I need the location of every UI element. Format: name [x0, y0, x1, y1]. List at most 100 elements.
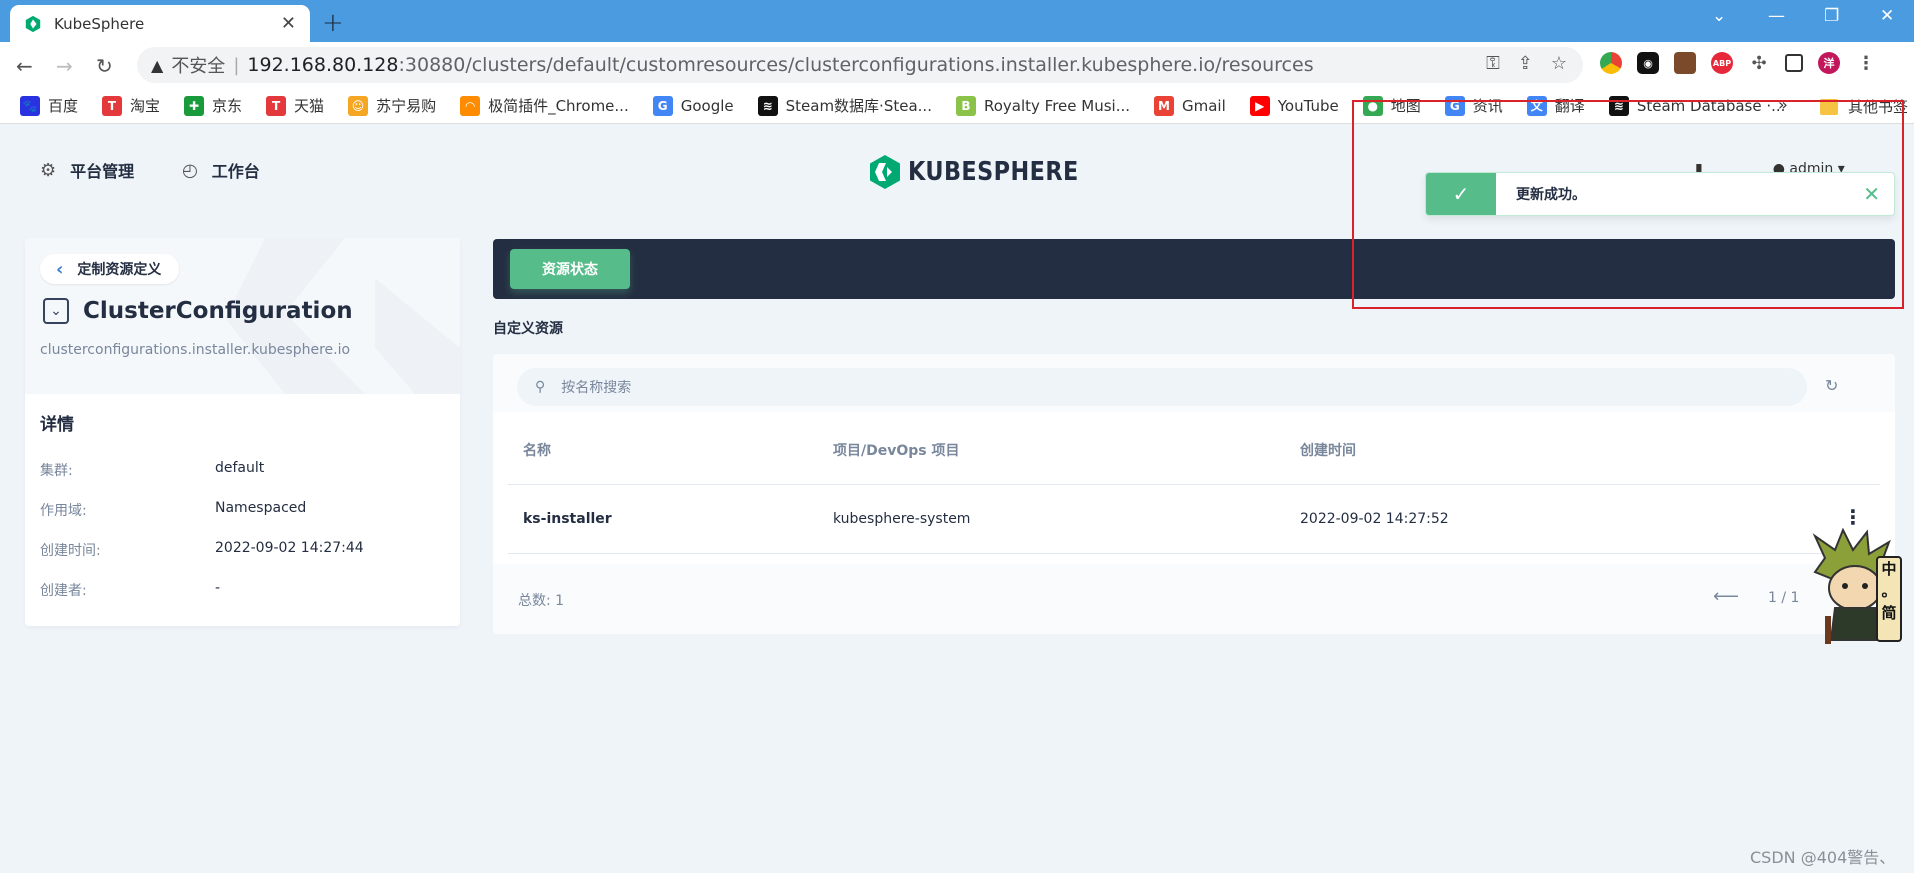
more-actions-icon[interactable]: ⋮	[1843, 505, 1863, 529]
bookmark-favicon-icon: ▶	[1249, 95, 1270, 116]
share-icon[interactable]: ⇪	[1518, 53, 1533, 74]
browser-tab[interactable]: KubeSphere ✕	[10, 5, 310, 42]
csdn-watermark: CSDN @404警告、	[1750, 848, 1896, 867]
chrome-ext-icon[interactable]	[1600, 52, 1622, 74]
workbench-nav[interactable]: ◴ 工作台	[182, 158, 260, 182]
bookmark-favicon-icon: 🐾	[20, 95, 40, 116]
table-toolbar: ⚲ 按名称搜索 ↻	[493, 354, 1895, 412]
bookmark-favicon-icon: ≋	[757, 95, 778, 116]
column-name: 名称	[523, 443, 551, 459]
insecure-label[interactable]: 不安全	[171, 52, 225, 78]
bookmark-label: 天猫	[294, 97, 325, 115]
detail-value: 2022-09-02 14:27:44	[215, 540, 364, 556]
forward-arrow-icon[interactable]: →	[56, 54, 73, 78]
reload-icon[interactable]: ↻	[96, 54, 113, 78]
bookmark-favicon-icon: M	[1154, 95, 1174, 116]
back-to-crd-button[interactable]: ‹ 定制资源定义	[40, 254, 180, 284]
bookmark-favicon-icon: ◠	[460, 95, 481, 116]
profile-avatar[interactable]: 洋	[1818, 52, 1840, 74]
detail-key: 集群:	[40, 463, 73, 479]
bookmark-star-icon[interactable]: ☆	[1551, 53, 1567, 74]
workbench-label: 工作台	[211, 162, 260, 181]
platform-nav[interactable]: ⚙ 平台管理	[40, 158, 134, 182]
column-project: 项目/DevOps 项目	[833, 443, 960, 459]
table-header: 名称 项目/DevOps 项目 创建时间	[508, 440, 1880, 480]
browser-titlebar: KubeSphere ✕ + ⌄ — ❐ ✕	[0, 0, 1914, 42]
detail-value: default	[215, 460, 265, 476]
dashboard-icon: ◴	[182, 159, 198, 181]
detail-row-created: 创建时间: 2022-09-02 14:27:44	[40, 540, 364, 560]
details-title: 详情	[40, 415, 74, 435]
resource-group: clusterconfigurations.installer.kubesphe…	[40, 342, 351, 358]
search-icon: ⚲	[535, 379, 546, 395]
bookmark-item[interactable]: M Gmail	[1154, 95, 1226, 116]
bookmark-item[interactable]: T 天猫	[266, 95, 324, 116]
detail-value: Namespaced	[215, 500, 307, 516]
bookmark-item[interactable]: G Google	[652, 95, 734, 116]
url-separator: |	[233, 54, 240, 76]
back-label: 定制资源定义	[77, 262, 162, 278]
puzzle-icon[interactable]: ✣	[1748, 52, 1770, 74]
detail-key: 创建时间:	[40, 543, 101, 559]
bookmark-label: 苏宁易购	[376, 97, 437, 115]
kubesphere-favicon-icon	[25, 15, 41, 32]
row-created: 2022-09-02 14:27:52	[1300, 511, 1449, 527]
prev-page-icon[interactable]: ⟵	[1713, 586, 1739, 607]
column-created: 创建时间	[1300, 443, 1356, 459]
kubesphere-logo[interactable]: KUBESPHERE	[870, 155, 1106, 189]
bookmark-favicon-icon: G	[652, 95, 673, 116]
row-name-link[interactable]: ks-installer	[523, 511, 612, 527]
bookmark-favicon-icon: ✚	[184, 95, 205, 116]
key-icon[interactable]: ⚿	[1486, 53, 1500, 74]
bookmark-item[interactable]: B Royalty Free Musi...	[955, 95, 1130, 116]
detail-value: -	[215, 580, 221, 596]
restore-icon[interactable]: ❐	[1824, 6, 1839, 26]
page-info: 1 / 1	[1768, 590, 1800, 606]
search-input[interactable]: ⚲ 按名称搜索	[517, 368, 1807, 406]
omnibox-actions: ⚿ ⇪ ☆	[1486, 53, 1567, 74]
avatar-ext-icon[interactable]	[1674, 52, 1696, 74]
extension-bar: ◉ ABP ✣ 洋 ⋮	[1600, 52, 1877, 74]
annotation-highlight-box	[1352, 100, 1904, 309]
minimize-icon[interactable]: —	[1768, 6, 1785, 26]
bookmark-label: Gmail	[1182, 96, 1226, 115]
bookmark-item[interactable]: ☺ 苏宁易购	[348, 95, 436, 116]
platform-label: 平台管理	[70, 162, 135, 181]
bookmark-item[interactable]: ≋ Steam数据库·Stea...	[757, 95, 932, 116]
mascot-badge: 中 。 简	[1876, 556, 1902, 642]
bookmark-item[interactable]: ▶ YouTube	[1249, 95, 1339, 116]
refresh-icon[interactable]: ↻	[1825, 376, 1838, 395]
bookmark-item[interactable]: ✚ 京东	[184, 95, 242, 116]
mascot-badge-text: 中 。 简	[1881, 560, 1897, 622]
address-bar[interactable]: ▲ 不安全 | 192.168.80.128 :30880/clusters/d…	[137, 47, 1583, 83]
warning-icon[interactable]: ▲	[151, 56, 163, 75]
bookmark-label: Google	[680, 96, 734, 115]
gear-icon: ⚙	[40, 159, 57, 181]
crd-icon: ⌄	[43, 298, 69, 324]
tampermonkey-icon[interactable]: ◉	[1637, 52, 1659, 74]
bookmark-label: 百度	[48, 97, 79, 115]
detail-key: 作用域:	[40, 503, 87, 519]
resource-status-tab[interactable]: 资源状态	[510, 249, 630, 289]
new-tab-button[interactable]: +	[322, 8, 344, 38]
kubesphere-logo-icon	[870, 155, 900, 189]
resource-detail-card: ‹ 定制资源定义 ⌄ ClusterConfiguration clusterc…	[25, 238, 460, 626]
bookmark-label: YouTube	[1277, 96, 1339, 115]
window-close-icon[interactable]: ✕	[1880, 6, 1894, 26]
tab-search-icon[interactable]: ⌄	[1712, 6, 1726, 26]
custom-resource-table: ⚲ 按名称搜索 ↻ 名称 项目/DevOps 项目 创建时间 ks-instal…	[493, 354, 1895, 634]
tab-close-icon[interactable]: ✕	[281, 13, 296, 34]
bookmark-item[interactable]: 🐾 百度	[20, 95, 78, 116]
bookmark-label: Royalty Free Musi...	[983, 96, 1130, 115]
tab-title: KubeSphere	[54, 14, 145, 33]
bookmark-item[interactable]: T 淘宝	[102, 95, 160, 116]
side-panel-icon[interactable]	[1785, 54, 1803, 72]
adblock-icon[interactable]: ABP	[1711, 52, 1733, 74]
resource-title: ⌄ ClusterConfiguration	[43, 298, 353, 324]
url-host: 192.168.80.128	[247, 54, 399, 76]
back-arrow-icon[interactable]: ←	[16, 54, 33, 78]
bookmark-label: Steam数据库·Stea...	[785, 97, 932, 115]
bookmark-item[interactable]: ◠ 极简插件_Chrome...	[460, 95, 629, 116]
search-placeholder: 按名称搜索	[561, 380, 632, 396]
browser-menu-icon[interactable]: ⋮	[1855, 52, 1877, 74]
